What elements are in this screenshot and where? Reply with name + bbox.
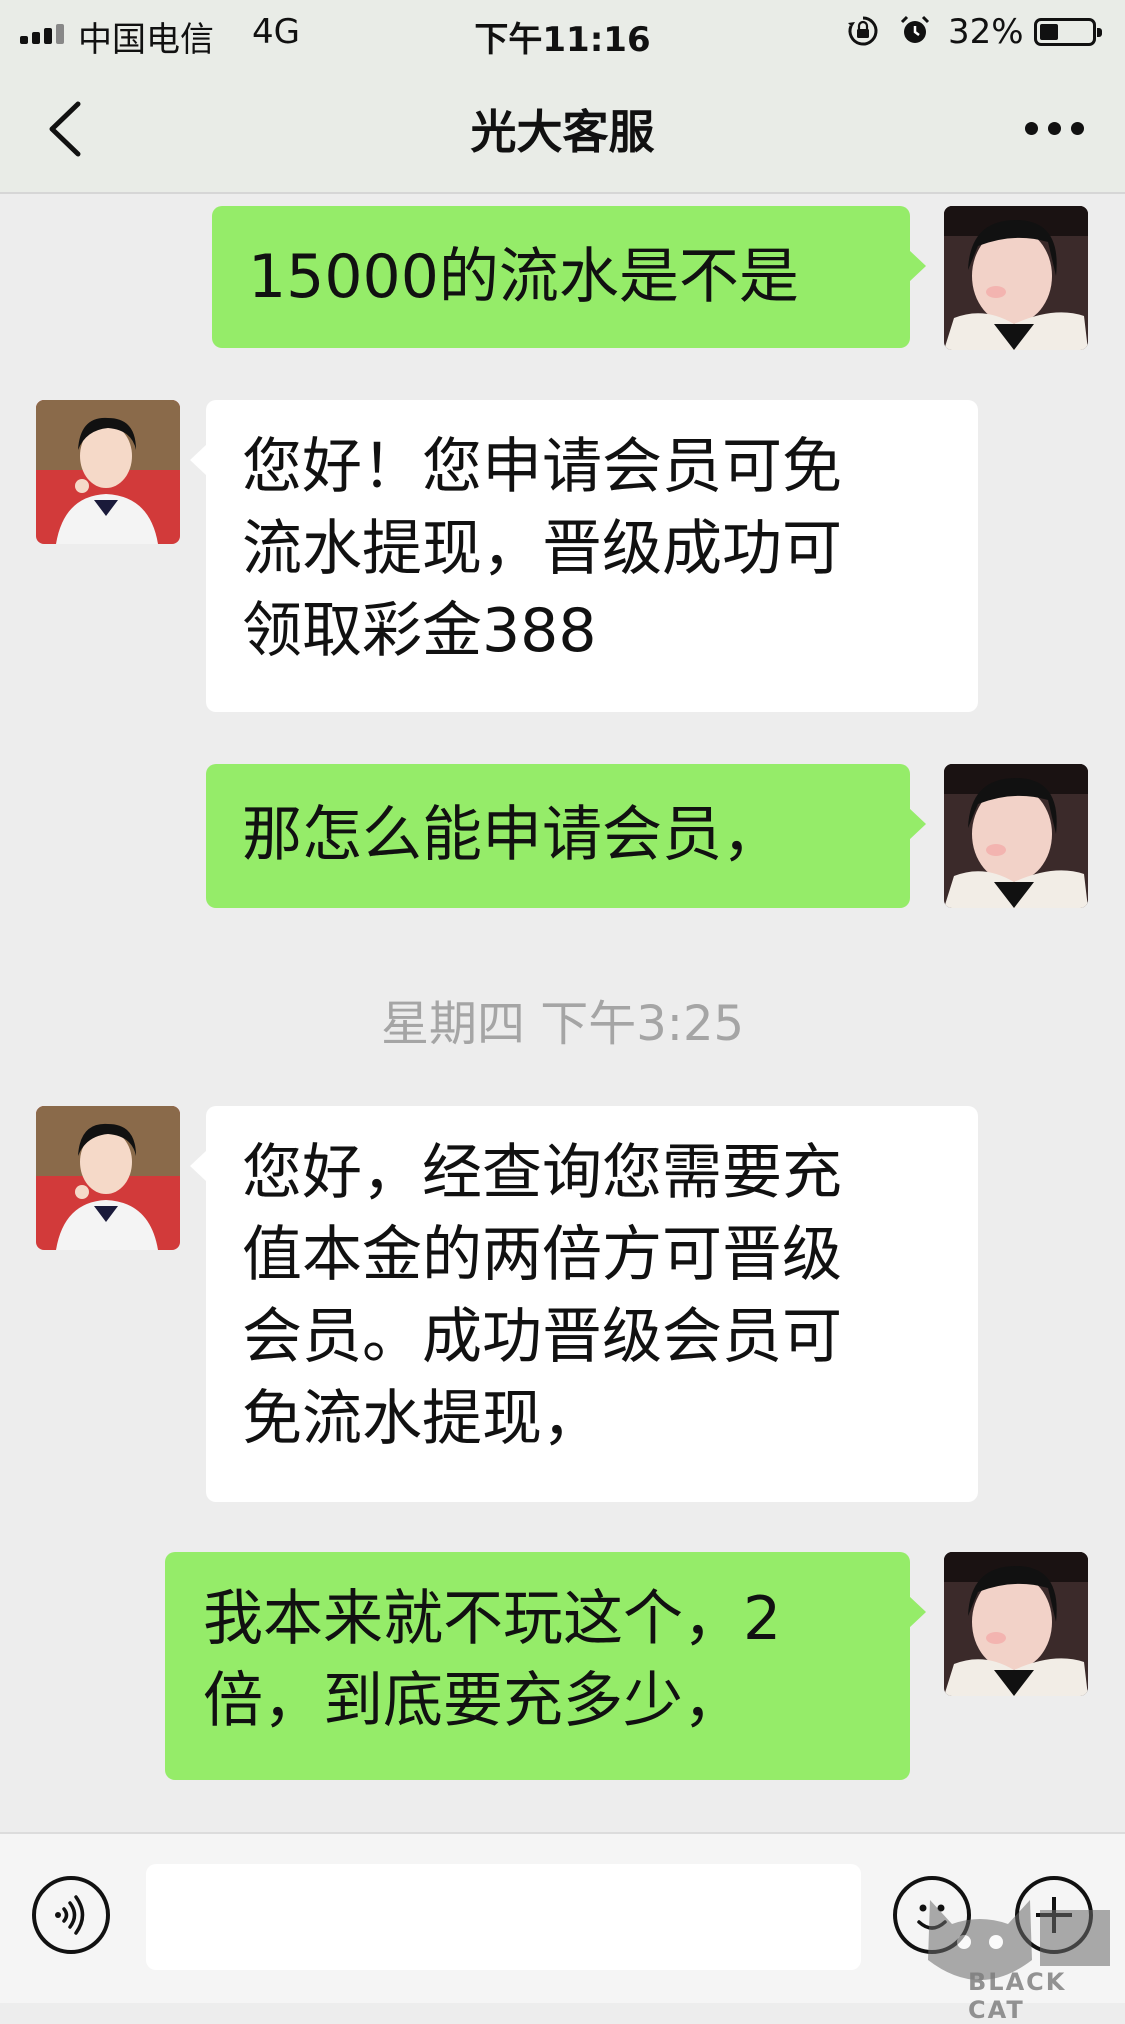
my-avatar[interactable] — [944, 764, 1088, 908]
message-line: 会员。成功晋级会员可 — [242, 1302, 842, 1372]
message-line: 值本金的两倍方可晋级 — [242, 1220, 842, 1290]
battery-percent: 32% — [948, 12, 1024, 52]
watermark-text: BLACK CAT — [968, 1968, 1067, 2024]
chat-area[interactable]: 15000的流水是不是 您好！您申请会员可免 流水提现，晋级成功可 领取彩金38… — [0, 194, 1125, 1832]
chat-timestamp: 星期四 下午3:25 — [380, 996, 745, 1052]
my-avatar[interactable] — [944, 1552, 1088, 1696]
service-avatar[interactable] — [36, 1106, 180, 1250]
voice-icon[interactable] — [32, 1876, 110, 1954]
message-line: 您好！您申请会员可免 — [242, 432, 842, 502]
message-bubble-outgoing[interactable]: 15000的流水是不是 — [212, 206, 926, 348]
nav-bar: 光大客服 — [0, 66, 1125, 194]
message-line: 倍，到底要充多少， — [203, 1666, 743, 1736]
alarm-icon — [900, 15, 930, 43]
message-bubble-incoming[interactable]: 您好！您申请会员可免 流水提现，晋级成功可 领取彩金388 — [190, 400, 978, 712]
orientation-lock-icon — [848, 16, 878, 46]
message-line: 领取彩金388 — [242, 596, 597, 666]
message-line: 我本来就不玩这个，2 — [203, 1584, 782, 1654]
message-text: 15000的流水是不是 — [248, 242, 799, 312]
message-line: 流水提现，晋级成功可 — [242, 514, 842, 584]
message-text: 那怎么能申请会员， — [242, 800, 782, 870]
status-bar: 中国电信 4G 下午11:16 32% — [0, 0, 1125, 66]
message-input[interactable] — [146, 1864, 861, 1970]
message-bubble-outgoing[interactable]: 那怎么能申请会员， — [206, 764, 926, 908]
more-dots-icon[interactable] — [1025, 122, 1085, 136]
battery-icon — [1034, 18, 1102, 46]
message-bubble-incoming[interactable]: 您好，经查询您需要充 值本金的两倍方可晋级 会员。成功晋级会员可 免流水提现， — [190, 1106, 978, 1502]
message-bubble-outgoing[interactable]: 我本来就不玩这个，2 倍，到底要充多少， — [165, 1552, 926, 1780]
message-line: 您好，经查询您需要充 — [242, 1138, 842, 1208]
page-title: 光大客服 — [470, 105, 655, 159]
my-avatar[interactable] — [944, 206, 1088, 350]
message-line: 免流水提现， — [242, 1384, 602, 1454]
service-avatar[interactable] — [36, 400, 180, 544]
